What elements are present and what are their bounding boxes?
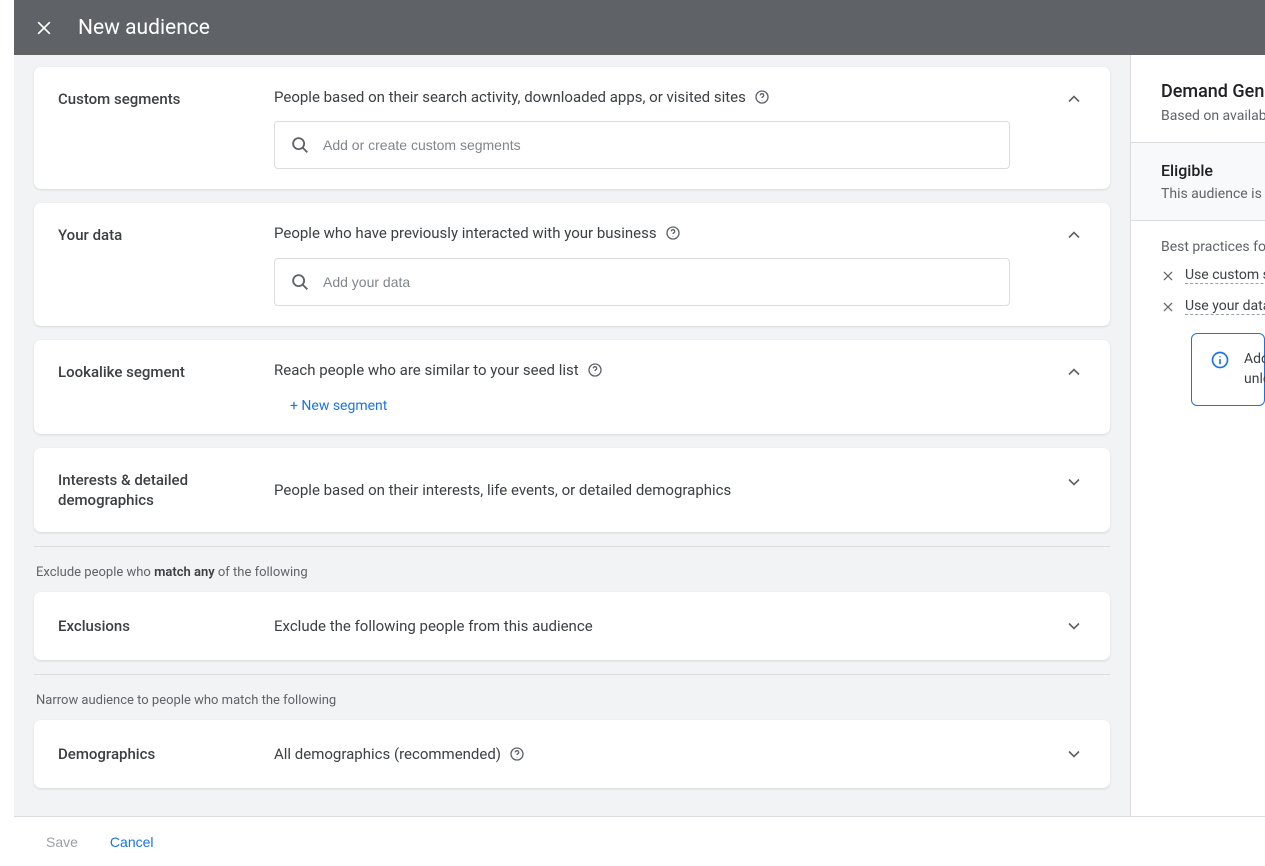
chevron-down-icon: [1064, 616, 1084, 636]
custom-segments-label: Custom segments: [58, 87, 258, 109]
interests-label: Interests & detailed demographics: [58, 470, 258, 511]
chevron-up-icon: [1064, 89, 1084, 109]
main-column: Custom segments People based on their se…: [14, 55, 1130, 816]
info-callout: Add segments unlock insights: [1191, 333, 1265, 406]
custom-segments-input-wrap[interactable]: [274, 121, 1010, 169]
modal-header: New audience: [14, 0, 1265, 55]
collapse-custom-segments[interactable]: [1062, 87, 1086, 111]
modal-title: New audience: [78, 16, 210, 40]
divider: [34, 674, 1110, 675]
insights-panel: Demand Gen insights Based on available E…: [1130, 55, 1265, 816]
your-data-desc: People who have previously interacted wi…: [274, 223, 657, 243]
custom-segments-input[interactable]: [323, 137, 995, 153]
modal-body: Custom segments People based on their se…: [14, 55, 1265, 816]
best-practice-item: Use custom segments: [1161, 267, 1265, 284]
chevron-up-icon: [1064, 225, 1084, 245]
interests-desc: People based on their interests, life ev…: [274, 480, 731, 500]
close-button[interactable]: [30, 14, 58, 42]
best-practice-item: Use your data: [1161, 298, 1265, 315]
eligible-sub: This audience is eligible: [1161, 186, 1265, 202]
chevron-up-icon: [1064, 362, 1084, 382]
narrow-hint: Narrow audience to people who match the …: [36, 693, 1110, 708]
divider: [34, 546, 1110, 547]
info-icon: [1210, 350, 1230, 370]
bp-link-your-data[interactable]: Use your data: [1185, 298, 1265, 315]
close-icon: [34, 18, 54, 38]
help-icon[interactable]: [509, 746, 525, 762]
card-interests[interactable]: Interests & detailed demographics People…: [34, 448, 1110, 533]
collapse-lookalike[interactable]: [1062, 360, 1086, 384]
chevron-down-icon: [1064, 744, 1084, 764]
info-line2: unlock insights: [1244, 370, 1265, 390]
new-segment-link[interactable]: + New segment: [290, 398, 387, 414]
expand-interests[interactable]: [1062, 470, 1086, 494]
best-practices-title: Best practices for segments: [1161, 239, 1265, 255]
lookalike-desc: Reach people who are similar to your see…: [274, 360, 579, 380]
your-data-label: Your data: [58, 223, 258, 245]
custom-segments-desc: People based on their search activity, d…: [274, 87, 746, 107]
card-lookalike: Lookalike segment Reach people who are s…: [34, 340, 1110, 434]
demographics-desc: All demographics (recommended): [274, 744, 501, 764]
chevron-down-icon: [1064, 472, 1084, 492]
new-audience-modal: New audience Custom segments People base…: [14, 0, 1265, 866]
exclude-hint: Exclude people who match any of the foll…: [36, 565, 1110, 580]
exclusions-desc: Exclude the following people from this a…: [274, 616, 593, 636]
modal-footer: Save Cancel: [14, 816, 1265, 866]
cancel-button[interactable]: Cancel: [110, 830, 154, 854]
search-icon: [289, 134, 311, 156]
card-your-data: Your data People who have previously int…: [34, 203, 1110, 325]
insights-title: Demand Gen insights: [1161, 81, 1265, 102]
lookalike-label: Lookalike segment: [58, 360, 258, 382]
card-exclusions[interactable]: Exclusions Exclude the following people …: [34, 592, 1110, 660]
close-icon[interactable]: [1161, 269, 1175, 283]
demographics-label: Demographics: [58, 744, 258, 764]
help-icon[interactable]: [754, 89, 770, 105]
collapse-your-data[interactable]: [1062, 223, 1086, 247]
insights-sub: Based on available: [1161, 108, 1265, 124]
help-icon[interactable]: [665, 225, 681, 241]
card-custom-segments: Custom segments People based on their se…: [34, 67, 1110, 189]
your-data-input-wrap[interactable]: [274, 258, 1010, 306]
bp-link-custom-segments[interactable]: Use custom segments: [1185, 267, 1265, 284]
search-icon: [289, 271, 311, 293]
exclusions-label: Exclusions: [58, 616, 258, 636]
info-line1: Add segments: [1244, 350, 1265, 370]
expand-demographics[interactable]: [1062, 742, 1086, 766]
expand-exclusions[interactable]: [1062, 614, 1086, 638]
card-demographics[interactable]: Demographics All demographics (recommend…: [34, 720, 1110, 788]
your-data-input[interactable]: [323, 274, 995, 290]
save-button: Save: [46, 830, 78, 854]
help-icon[interactable]: [587, 362, 603, 378]
eligible-title: Eligible: [1161, 161, 1265, 180]
close-icon[interactable]: [1161, 300, 1175, 314]
